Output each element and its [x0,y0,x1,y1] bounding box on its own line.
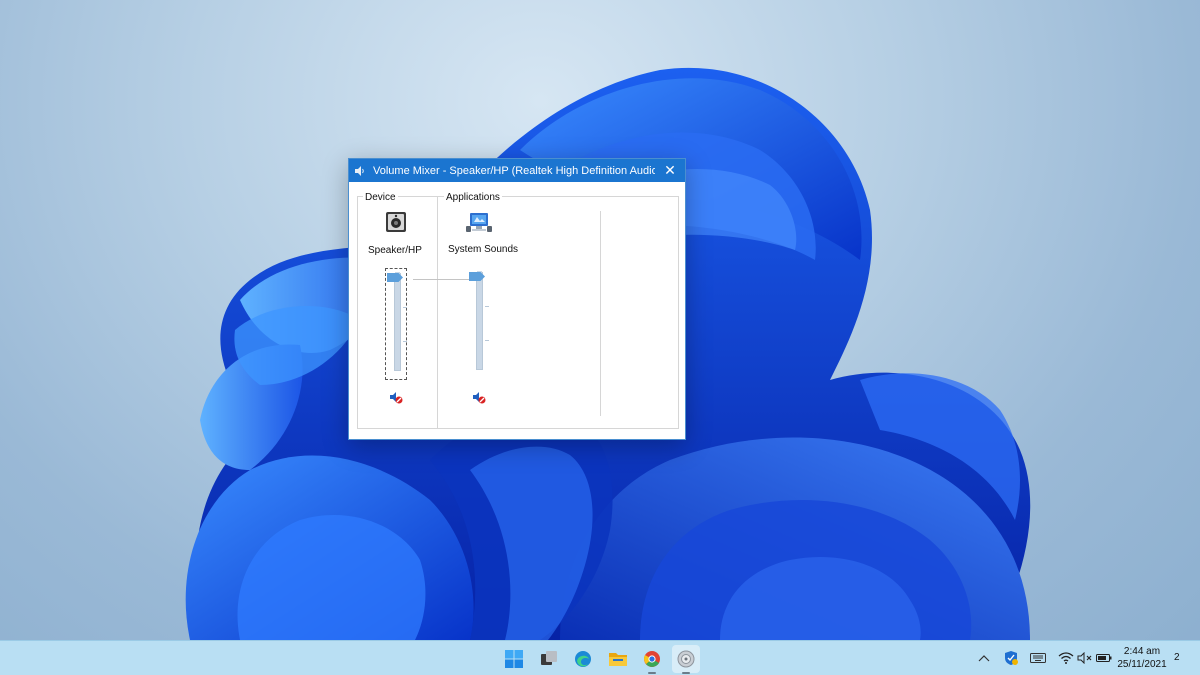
volume-muted-icon[interactable] [1077,650,1093,666]
chrome-running-indicator [648,672,656,674]
volume-mixer-window: Volume Mixer - Speaker/HP (Realtek High … [348,158,686,440]
task-view-button[interactable] [535,645,563,673]
system-sounds-volume-track [476,271,483,370]
battery-icon[interactable] [1096,650,1112,666]
start-icon [505,650,523,668]
mixer-body: Device Speaker/HP Applications System So… [357,192,679,429]
applications-divider [600,211,601,416]
file-explorer-button[interactable] [604,645,632,673]
clock-time: 2:44 am [1123,646,1161,657]
system-sounds-volume-slider[interactable] [468,268,490,380]
device-mute-button[interactable] [389,390,403,404]
system-clock[interactable]: 2:44 am 25/11/2021 [1112,645,1172,671]
device-volume-slider[interactable] [385,268,407,380]
edge-icon [575,651,591,667]
edge-button[interactable] [569,645,597,673]
device-volume-fill [395,272,400,370]
system-sounds-mute-button[interactable] [472,390,486,404]
device-tick [403,307,407,308]
keyboard-icon[interactable] [1030,650,1046,666]
device-name: Speaker/HP [368,245,422,256]
chrome-icon [644,651,660,667]
system-sounds-volume-fill [477,271,482,369]
device-tick [403,341,407,342]
chrome-button[interactable] [638,645,666,674]
wifi-icon[interactable] [1058,650,1074,666]
volume-mixer-app-icon [677,650,695,668]
muted-speaker-icon [473,392,486,404]
notification-count[interactable]: 2 [1174,652,1180,663]
speaker-title-icon [354,164,368,178]
task-view-icon [541,651,557,665]
speaker-device-icon[interactable] [385,211,407,238]
device-group-label: Device [363,192,398,203]
app-name-system-sounds: System Sounds [448,244,519,255]
start-button[interactable] [500,645,528,673]
defender-icon[interactable] [1003,650,1019,666]
chevron-up-icon[interactable] [976,650,992,666]
clock-date: 25/11/2021 [1117,659,1167,670]
volume-mixer-app-button[interactable] [672,645,700,674]
file-explorer-icon [609,653,627,666]
close-button[interactable]: ✕ [655,159,685,182]
mixer-running-indicator [682,672,690,674]
taskbar: 2:44 am 25/11/2021 2 [0,640,1200,675]
app-tick [485,306,489,307]
system-sounds-icon[interactable] [466,211,492,240]
app-tick [485,340,489,341]
muted-speaker-icon [390,392,403,404]
window-title: Volume Mixer - Speaker/HP (Realtek High … [373,164,655,177]
title-bar[interactable]: Volume Mixer - Speaker/HP (Realtek High … [349,159,685,182]
applications-group-label: Applications [444,192,502,203]
device-volume-track [394,272,401,371]
